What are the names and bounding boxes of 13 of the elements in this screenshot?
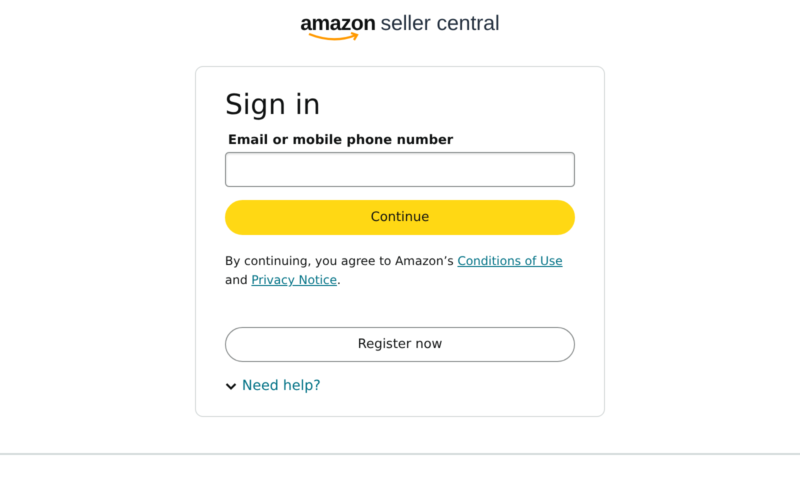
brand-logo: amazon: [300, 12, 376, 36]
email-field[interactable]: [225, 152, 575, 187]
legal-notice: By continuing, you agree to Amazon’s Conditions of Use and Privacy Notice.: [225, 253, 564, 289]
register-button[interactable]: Register now: [225, 327, 575, 362]
privacy-link[interactable]: Privacy Notice: [251, 273, 337, 287]
continue-button[interactable]: Continue: [225, 200, 575, 235]
chevron-icon: [225, 382, 237, 390]
help-link[interactable]: Need help?: [225, 378, 321, 394]
conditions-link[interactable]: Conditions of Use: [457, 254, 563, 268]
product-name: seller central: [380, 12, 500, 36]
page-title: Sign in: [225, 87, 322, 123]
field-label: Email or mobile phone number: [228, 133, 454, 148]
smile-icon: [308, 32, 360, 42]
